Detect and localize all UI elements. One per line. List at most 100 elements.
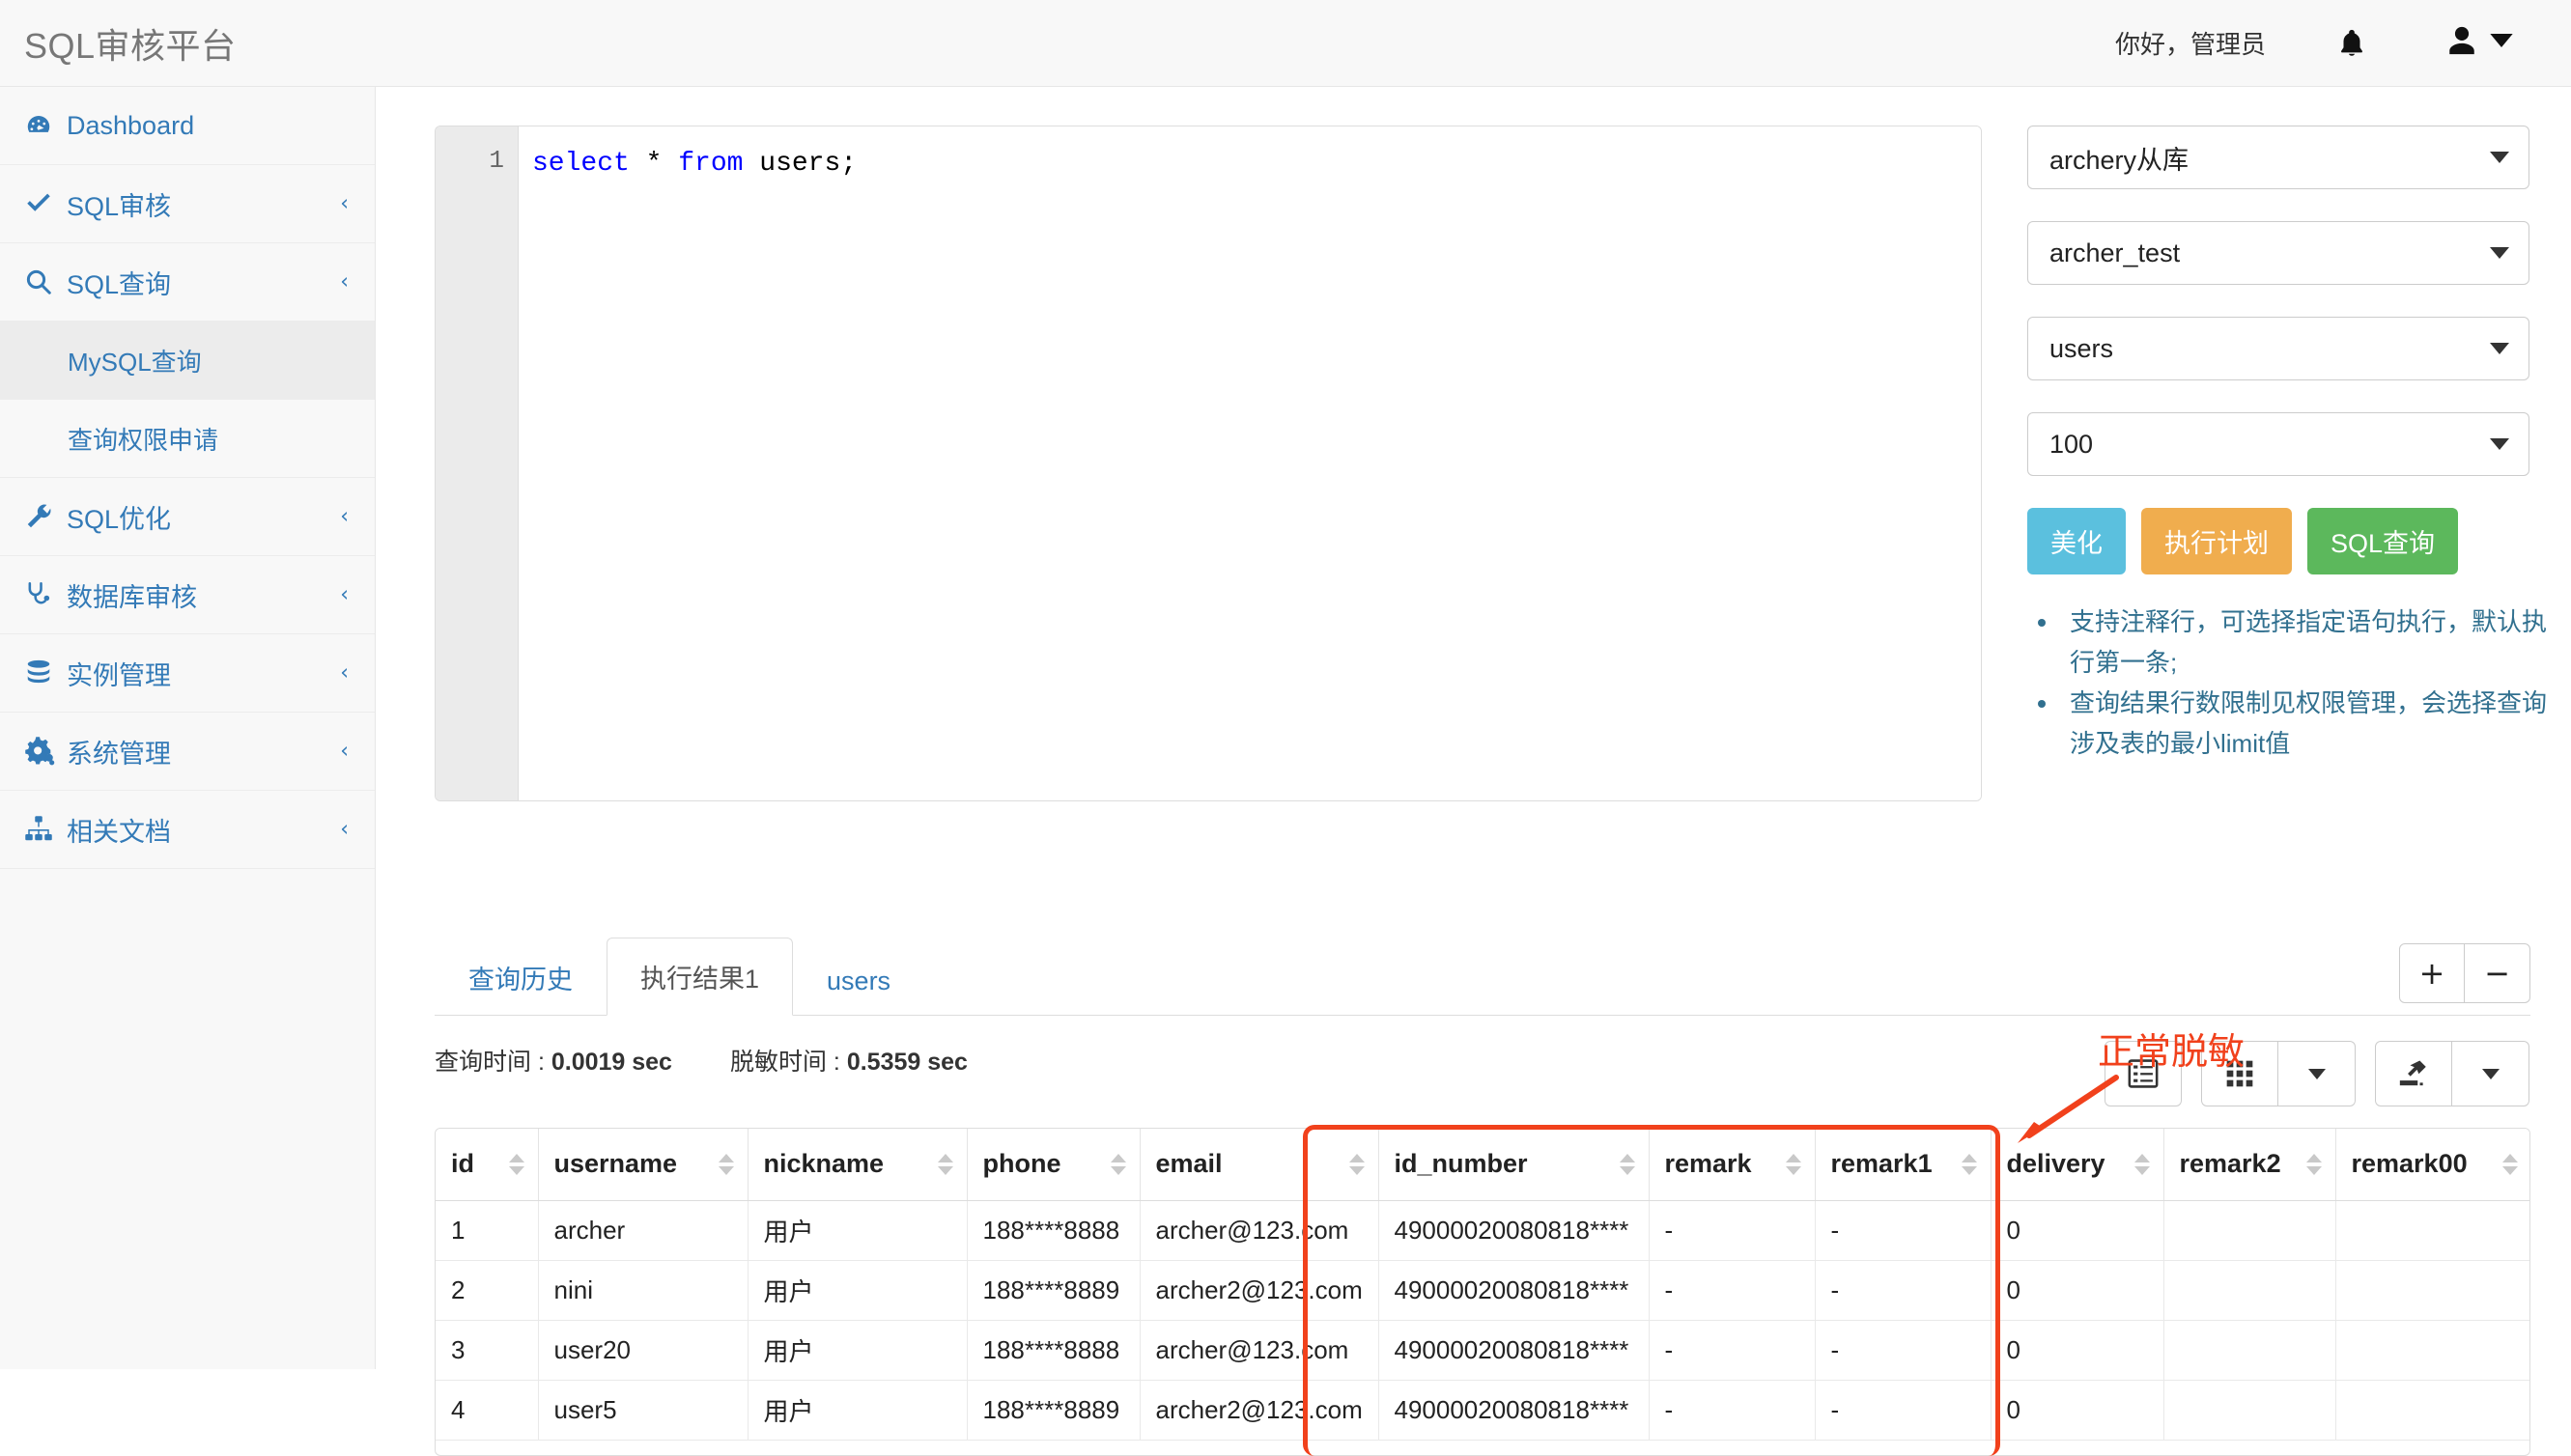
sort-icon[interactable] xyxy=(2502,1154,2518,1175)
column-header-remark1[interactable]: remark1 xyxy=(1815,1129,1991,1200)
sort-icon[interactable] xyxy=(719,1154,734,1175)
sidebar-item-label: SQL审核 xyxy=(67,185,171,223)
column-header-id-number[interactable]: id_number xyxy=(1378,1129,1649,1200)
sort-icon[interactable] xyxy=(509,1154,524,1175)
sidebar-item-system-mgmt[interactable]: 系统管理 ‹ xyxy=(0,713,375,791)
query-controls: archery从库 archer_test users 100 美化 执行计划 … xyxy=(2027,126,2529,764)
column-header-username[interactable]: username xyxy=(538,1129,748,1200)
sidebar-subitem-label: 查询权限申请 xyxy=(68,421,218,457)
column-label: remark1 xyxy=(1831,1149,1933,1178)
tab-execution-result-1[interactable]: 执行结果1 xyxy=(607,938,793,1016)
cell-nickname: 用户 xyxy=(748,1260,967,1320)
cell-remark00 xyxy=(2335,1260,2530,1320)
chevron-right-icon: ‹ xyxy=(340,661,349,686)
sql-keyword-from: from xyxy=(678,149,743,179)
cell-username: user20 xyxy=(538,1320,748,1380)
table-row[interactable]: 4 user5 用户 188****8889 archer2@123.com 4… xyxy=(436,1380,2530,1440)
sql-editor[interactable]: 1 select * from users; xyxy=(435,126,1982,801)
sidebar-item-sql-query[interactable]: SQL查询 ‹ xyxy=(0,243,375,322)
cell-id: 4 xyxy=(436,1380,538,1440)
column-header-email[interactable]: email xyxy=(1140,1129,1378,1200)
bell-icon[interactable] xyxy=(2335,25,2368,62)
cell-remark00 xyxy=(2335,1200,2530,1260)
cell-id: 2 xyxy=(436,1260,538,1320)
sort-icon[interactable] xyxy=(2306,1154,2322,1175)
sort-icon[interactable] xyxy=(1349,1154,1365,1175)
sidebar-item-dashboard[interactable]: Dashboard xyxy=(0,87,375,165)
sort-icon[interactable] xyxy=(938,1154,953,1175)
add-tab-button[interactable]: + xyxy=(2399,943,2465,1003)
stethoscope-icon xyxy=(24,580,67,609)
instance-select[interactable]: archery从库 xyxy=(2027,126,2529,189)
chevron-down-icon xyxy=(2308,1069,2326,1079)
cell-id-number: 49000020080818**** xyxy=(1378,1380,1649,1440)
results-table-container[interactable]: id username nickname phone email id_numb… xyxy=(435,1128,2530,1456)
sort-icon[interactable] xyxy=(1962,1154,1977,1175)
sort-icon[interactable] xyxy=(1111,1154,1126,1175)
table-row[interactable]: 1 archer 用户 188****8888 archer@123.com 4… xyxy=(436,1200,2530,1260)
sidebar-item-sql-optimize[interactable]: SQL优化 ‹ xyxy=(0,478,375,556)
results-table: id username nickname phone email id_numb… xyxy=(436,1129,2530,1441)
column-header-nickname[interactable]: nickname xyxy=(748,1129,967,1200)
limit-select[interactable]: 100 xyxy=(2027,412,2529,476)
check-icon xyxy=(24,191,67,216)
sidebar-item-label: 实例管理 xyxy=(67,655,171,692)
remove-tab-button[interactable]: − xyxy=(2465,943,2530,1003)
run-query-button[interactable]: SQL查询 xyxy=(2307,508,2458,574)
cell-email: archer@123.com xyxy=(1140,1320,1378,1380)
sidebar-item-db-audit[interactable]: 数据库审核 ‹ xyxy=(0,556,375,634)
sort-icon[interactable] xyxy=(1620,1154,1635,1175)
table-row[interactable]: 3 user20 用户 188****8888 archer@123.com 4… xyxy=(436,1320,2530,1380)
column-label: id_number xyxy=(1395,1149,1528,1178)
database-select[interactable]: archer_test xyxy=(2027,221,2529,285)
sidebar-item-docs[interactable]: 相关文档 ‹ xyxy=(0,791,375,869)
sidebar-item-instance-mgmt[interactable]: 实例管理 ‹ xyxy=(0,634,375,713)
sql-operator: * xyxy=(630,149,678,179)
cell-id: 3 xyxy=(436,1320,538,1380)
sort-icon[interactable] xyxy=(1786,1154,1801,1175)
tab-users[interactable]: users xyxy=(793,946,924,1016)
sidebar-item-query-permission[interactable]: 查询权限申请 xyxy=(0,400,375,478)
sidebar-item-sql-audit[interactable]: SQL审核 ‹ xyxy=(0,165,375,243)
column-header-remark2[interactable]: remark2 xyxy=(2163,1129,2335,1200)
cell-remark2 xyxy=(2163,1320,2335,1380)
column-label: delivery xyxy=(2007,1149,2105,1178)
column-label: phone xyxy=(983,1149,1061,1178)
table-select[interactable]: users xyxy=(2027,317,2529,380)
chevron-right-icon: ‹ xyxy=(340,740,349,764)
editor-gutter: 1 xyxy=(436,126,519,801)
export-dropdown[interactable] xyxy=(2452,1041,2529,1106)
sort-icon[interactable] xyxy=(2134,1154,2150,1175)
cell-remark1: - xyxy=(1815,1380,1991,1440)
cell-remark00 xyxy=(2335,1380,2530,1440)
chevron-down-icon xyxy=(2490,152,2509,163)
mask-time-label: 脱敏时间 : xyxy=(730,1049,847,1076)
sitemap-icon xyxy=(24,816,67,843)
column-header-phone[interactable]: phone xyxy=(967,1129,1140,1200)
dashboard-icon xyxy=(24,111,67,140)
tab-query-history[interactable]: 查询历史 xyxy=(435,938,607,1016)
column-header-remark00[interactable]: remark00 xyxy=(2335,1129,2530,1200)
mask-time: 脱敏时间 : 0.5359 sec xyxy=(730,1043,968,1078)
cell-id: 1 xyxy=(436,1200,538,1260)
cell-delivery: 0 xyxy=(1991,1200,2163,1260)
table-row[interactable]: 2 nini 用户 188****8889 archer2@123.com 49… xyxy=(436,1260,2530,1320)
beautify-button[interactable]: 美化 xyxy=(2027,508,2126,574)
sidebar-item-mysql-query[interactable]: MySQL查询 xyxy=(0,322,375,400)
editor-line-number: 1 xyxy=(436,126,518,175)
grid-view-dropdown[interactable] xyxy=(2278,1041,2356,1106)
cell-email: archer2@123.com xyxy=(1140,1380,1378,1440)
cell-username: user5 xyxy=(538,1380,748,1440)
column-header-id[interactable]: id xyxy=(436,1129,538,1200)
explain-plan-button[interactable]: 执行计划 xyxy=(2141,508,2292,574)
user-menu-button[interactable] xyxy=(2445,23,2513,63)
sidebar-item-label: SQL优化 xyxy=(67,498,171,536)
sidebar-subitem-label: MySQL查询 xyxy=(68,343,202,378)
column-header-remark[interactable]: remark xyxy=(1649,1129,1815,1200)
cell-remark2 xyxy=(2163,1260,2335,1320)
cell-remark2 xyxy=(2163,1380,2335,1440)
cell-phone: 188****8888 xyxy=(967,1320,1140,1380)
sql-input[interactable]: select * from users; xyxy=(519,126,1981,801)
cell-username: nini xyxy=(538,1260,748,1320)
export-icon[interactable] xyxy=(2375,1041,2452,1106)
